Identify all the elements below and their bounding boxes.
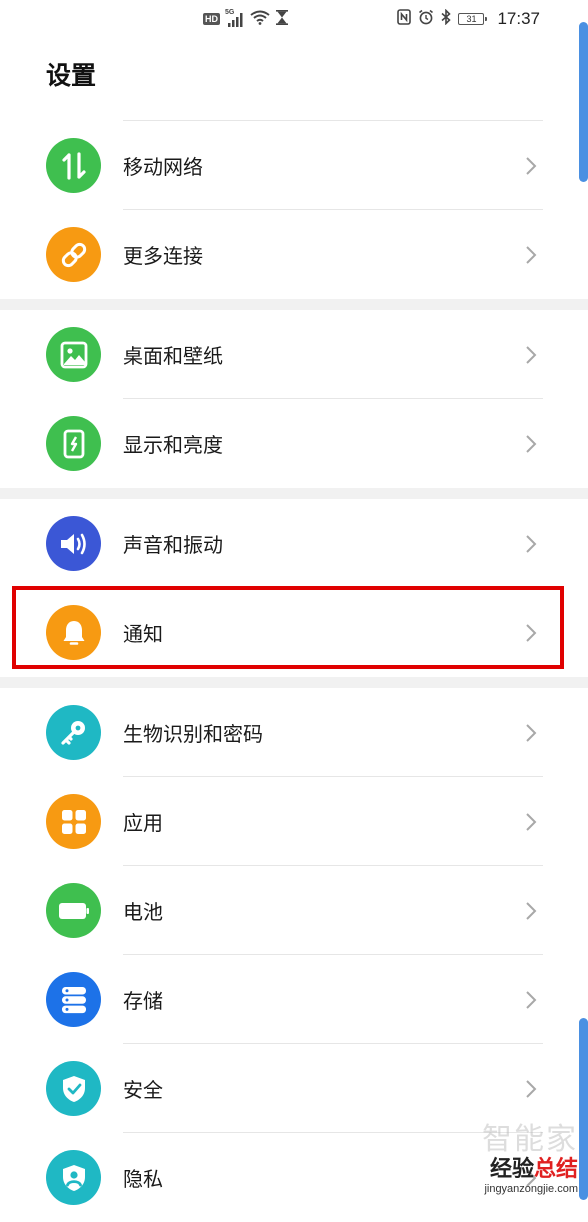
shield-icon [46,1061,101,1116]
watermark: 智能家 经验总结 jingyanzongjie.com [482,1122,578,1196]
chevron-right-icon [522,722,540,744]
settings-item-apps[interactable]: 应用 [0,777,588,866]
settings-item-label: 声音和振动 [123,533,223,557]
signal-5g-icon: 5G [225,9,244,27]
scrollbar-bottom[interactable] [579,1018,588,1200]
settings-item-label: 隐私 [123,1167,163,1191]
settings-item-mobile-network[interactable]: 移动网络 [0,121,588,210]
group-separator [0,488,588,499]
settings-item-display[interactable]: 显示和亮度 [0,399,588,488]
settings-item-notifications[interactable]: 通知 [0,588,588,677]
alarm-icon [418,9,434,29]
settings-item-label: 桌面和壁纸 [123,344,223,368]
chevron-right-icon [522,622,540,644]
wallpaper-icon [46,327,101,382]
settings-item-label: 应用 [123,811,163,835]
status-clock: 17:37 [497,9,540,28]
settings-group-connectivity: 移动网络 更多连接 [0,120,588,299]
storage-icon [46,972,101,1027]
group-separator [0,299,588,310]
scrollbar-top[interactable] [579,22,588,182]
hourglass-icon [276,9,288,29]
settings-item-label: 显示和亮度 [123,433,223,457]
privacy-icon [46,1150,101,1205]
sound-icon [46,516,101,571]
chevron-right-icon [522,533,540,555]
page-title: 设置 [46,61,97,90]
apps-icon [46,794,101,849]
wifi-icon [250,10,270,29]
settings-list: 移动网络 更多连接 桌面和壁纸 显示和亮度 声音和振动 通知 生物识别和密码 应… [0,120,588,1222]
watermark-ghost-text: 智能家 [482,1122,578,1157]
display-icon [46,416,101,471]
settings-item-label: 存储 [123,989,163,1013]
settings-item-storage[interactable]: 存储 [0,955,588,1044]
status-right: 31 17:37 [397,8,540,29]
battery-icon: 31 [458,13,488,25]
watermark-url: jingyanzongjie.com [484,1183,578,1195]
battery-level: 31 [466,13,477,24]
mobile-network-icon [46,138,101,193]
chevron-right-icon [522,155,540,177]
key-icon [46,705,101,760]
settings-item-label: 安全 [123,1078,163,1102]
bell-icon [46,605,101,660]
settings-item-label: 移动网络 [123,155,203,179]
settings-item-label: 通知 [123,622,163,646]
watermark-brand: 经验总结 [484,1157,578,1183]
settings-item-battery[interactable]: 电池 [0,866,588,955]
status-bar: HD 5G 31 17:37 [0,0,588,40]
settings-item-label: 更多连接 [123,244,203,268]
group-separator [0,677,588,688]
settings-group-display: 桌面和壁纸 显示和亮度 [0,310,588,488]
chevron-right-icon [522,989,540,1011]
settings-item-label: 电池 [123,900,163,924]
chevron-right-icon [522,1078,540,1100]
settings-item-biometrics[interactable]: 生物识别和密码 [0,688,588,777]
watermark-brand-prefix: 经验 [489,1157,534,1182]
settings-item-sound[interactable]: 声音和振动 [0,499,588,588]
chevron-right-icon [522,344,540,366]
battery-icon [46,883,101,938]
settings-group-sound-notifications: 声音和振动 通知 [0,499,588,677]
chevron-right-icon [522,244,540,266]
chevron-right-icon [522,433,540,455]
network-type-label: 5G [225,9,235,16]
status-left: HD 5G [203,9,288,29]
nfc-icon [397,9,412,29]
settings-item-label: 生物识别和密码 [123,722,263,746]
bluetooth-icon [441,8,452,29]
settings-item-wallpaper[interactable]: 桌面和壁纸 [0,310,588,399]
settings-item-more-connections[interactable]: 更多连接 [0,210,588,299]
chevron-right-icon [522,811,540,833]
hd-icon: HD [203,13,220,25]
watermark-brand-accent: 总结 [533,1157,578,1182]
chevron-right-icon [522,900,540,922]
link-icon [46,227,101,282]
